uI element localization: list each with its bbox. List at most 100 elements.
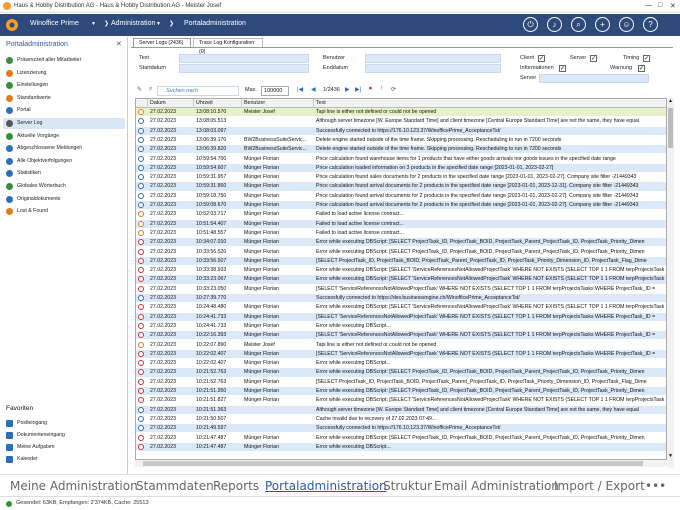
table-row[interactable]: 27.02.2023 10:21:51.950 Münger Florian Erro… [136,387,666,396]
search-icon[interactable]: ⌕ [149,86,152,93]
bottom-nav-item[interactable]: ••• [645,479,666,493]
add-icon[interactable]: + [595,17,610,32]
next-page-icon[interactable]: ▶ [345,86,350,93]
last-page-icon[interactable]: ▶| [355,86,361,93]
table-row[interactable]: 27.02.2023 10:21:51.827 Münger Florian Erro… [136,396,666,405]
tab-server-logs[interactable]: Server Logs (2436) [133,38,191,47]
record-icon[interactable]: ⏺ [369,86,372,93]
sidebar-item[interactable]: Abgeschlossene Meldungen [3,143,125,154]
sidebar-item[interactable]: Standardwerte [3,93,125,104]
bottom-nav-item[interactable]: Portaladministration [265,479,387,493]
sidebar-item[interactable]: Einstellungen [3,80,125,91]
table-row[interactable]: 27.02.2023 10:22:16.393 Münger Florian [SEL… [136,331,666,340]
bell-icon[interactable]: ♪ [547,17,562,32]
col-benutzer-header[interactable]: Benutzer [242,99,314,108]
prev-page-icon[interactable]: ◀ [311,86,316,93]
gear-logo-icon[interactable] [4,17,20,33]
sidebar-item[interactable]: Lizenzierung [3,68,125,79]
max-select[interactable]: 100000 [261,86,289,96]
user-icon[interactable]: ☺ [619,17,634,32]
benutzer-input[interactable] [365,54,501,63]
sidebar-item[interactable]: Globales Wörterbuch [3,181,125,192]
scroll-thumb[interactable] [668,108,673,148]
search-field[interactable]: Suchen nach [157,86,239,96]
bottom-nav-item[interactable]: Email Administration [434,479,559,493]
table-row[interactable]: 27.02.2023 10:21:47.487 Münger Florian Erro… [136,433,666,442]
favorite-item[interactable]: Meine Aufgaben [3,442,125,453]
sidebar-close-icon[interactable]: ✕ [116,40,122,48]
table-row[interactable]: 27.02.2023 10:21:49.597 Successfully conne… [136,424,666,433]
bottom-nav-item[interactable]: Struktur [383,479,432,493]
scroll-up-icon[interactable]: ▲ [668,98,673,104]
table-row[interactable]: 27.02.2023 10:21:51.363 Although server ti… [136,405,666,414]
bottom-nav-item[interactable]: Import / Export [554,479,645,493]
text-filter-input[interactable] [179,54,309,63]
table-row[interactable]: 27.02.2023 10:33:23.067 Münger Florian Erro… [136,275,666,284]
table-row[interactable]: 27.02.2023 10:22:02.407 Münger Florian [SEL… [136,349,666,358]
table-row[interactable]: 27.02.2023 10:24:41.733 Münger Florian [SEL… [136,312,666,321]
table-row[interactable]: 27.02.2023 13:06:39.820 BW2BusinessSuiteSe… [136,145,666,154]
sidebar-item[interactable]: Originaldokumente [3,194,125,205]
table-row[interactable]: 27.02.2023 13:08:05.513 Although server ti… [136,117,666,126]
table-row[interactable]: 27.02.2023 10:52:03.717 Münger Florian Fail… [136,210,666,219]
edit-icon[interactable]: ✎ [137,86,142,93]
table-row[interactable]: 27.02.2023 10:21:47.487 Münger Florian Erro… [136,442,666,451]
col-uhrzeit-header[interactable]: Uhrzeit [194,99,242,108]
table-row[interactable]: 27.02.2023 10:59:31.860 Münger Florian Pric… [136,182,666,191]
refresh-icon[interactable]: ⟳ [391,86,396,93]
search-icon[interactable]: ⌕ [571,17,586,32]
startdatum-input[interactable] [179,64,309,73]
server-checkbox[interactable]: ✓ [590,55,597,62]
col-datum-header[interactable]: Datum [148,99,194,108]
table-row[interactable]: 27.02.2023 10:34:07.010 Münger Florian Erro… [136,238,666,247]
favorite-item[interactable]: Kalender [3,454,125,465]
favorite-item[interactable]: Dokumenteneingang [3,430,125,441]
bottom-nav-item[interactable]: Reports [213,479,259,493]
table-row[interactable]: 27.02.2023 10:24:48.480 Münger Florian Erro… [136,303,666,312]
table-row[interactable]: 27.02.2023 10:33:38.933 Münger Florian Erro… [136,266,666,275]
sidebar-item[interactable]: Alle Objektverfolgungen [3,156,125,167]
table-row[interactable]: 27.02.2023 10:59:08.670 Münger Florian Pric… [136,201,666,210]
server-filter-input[interactable] [539,74,649,83]
table-row[interactable]: 27.02.2023 13:08:03.097 Successfully conne… [136,126,666,135]
chevron-down-icon[interactable]: ▼ [91,21,96,27]
vertical-scrollbar[interactable]: ▲ ▼ [667,98,674,468]
sidebar-item[interactable]: Server Log [3,118,125,129]
timing-checkbox[interactable]: ✓ [643,55,650,62]
table-row[interactable]: 27.02.2023 13:06:39.170 BW2BusinessSuiteSe… [136,135,666,145]
minimize-icon[interactable]: — [645,2,652,9]
power-icon[interactable]: ⏻ [523,17,538,32]
hscroll-thumb[interactable] [143,461,643,466]
horizontal-scrollbar[interactable] [135,460,667,467]
sidebar-item[interactable]: Portal [3,105,125,116]
table-row[interactable]: 27.02.2023 13:08:10.570 Meister Josef Tapi … [136,108,666,117]
warning-icon[interactable]: ! [381,86,383,92]
log-grid[interactable]: Datum Uhrzeit Benutzer Text 27.02.2023 13… [135,98,667,460]
client-checkbox[interactable]: ✓ [538,55,545,62]
sidebar-item[interactable]: Aktuelle Vorgänge [3,131,125,142]
table-row[interactable]: 27.02.2023 10:27:39.770 Successfully conne… [136,294,666,303]
app-switcher[interactable]: Winoffice Prime [30,20,79,27]
table-row[interactable]: 27.02.2023 10:51:48.557 Münger Florian Fail… [136,228,666,238]
table-row[interactable]: 27.02.2023 10:21:52.763 Münger Florian [SEL… [136,377,666,386]
close-icon[interactable]: ✕ [670,2,676,10]
maximize-icon[interactable]: □ [658,2,662,9]
table-row[interactable]: 27.02.2023 10:21:50.507 Cache invalid due … [136,414,666,424]
tab-trace-log[interactable]: Trace Log Konfiguration (0) [193,38,263,55]
first-page-icon[interactable]: |◀ [297,86,303,93]
table-row[interactable]: 27.02.2023 10:59:54.607 Münger Florian Pric… [136,163,666,172]
table-row[interactable]: 27.02.2023 10:33:56.520 Münger Florian Erro… [136,247,666,256]
sidebar-item[interactable]: Lost & Found [3,206,125,217]
enddatum-input[interactable] [365,64,501,73]
informationen-checkbox[interactable]: ✓ [559,65,566,72]
chevron-down-icon[interactable]: ▼ [156,21,161,27]
table-row[interactable]: 27.02.2023 10:51:54.407 Münger Florian Fail… [136,219,666,228]
bottom-nav-item[interactable]: Meine Administration [10,479,138,493]
section-switcher[interactable]: Administration [111,20,155,27]
table-row[interactable]: 27.02.2023 10:22:07.890 Meister Josef Tapi … [136,340,666,349]
table-row[interactable]: 27.02.2023 10:22:02.407 Münger Florian Erro… [136,359,666,368]
table-row[interactable]: 27.02.2023 10:21:52.763 Münger Florian Erro… [136,368,666,377]
sidebar-item[interactable]: Präsenzzeit aller Mitarbeiter [3,55,125,66]
table-row[interactable]: 27.02.2023 10:59:31.957 Münger Florian Pric… [136,173,666,182]
scroll-down-icon[interactable]: ▼ [668,453,673,459]
